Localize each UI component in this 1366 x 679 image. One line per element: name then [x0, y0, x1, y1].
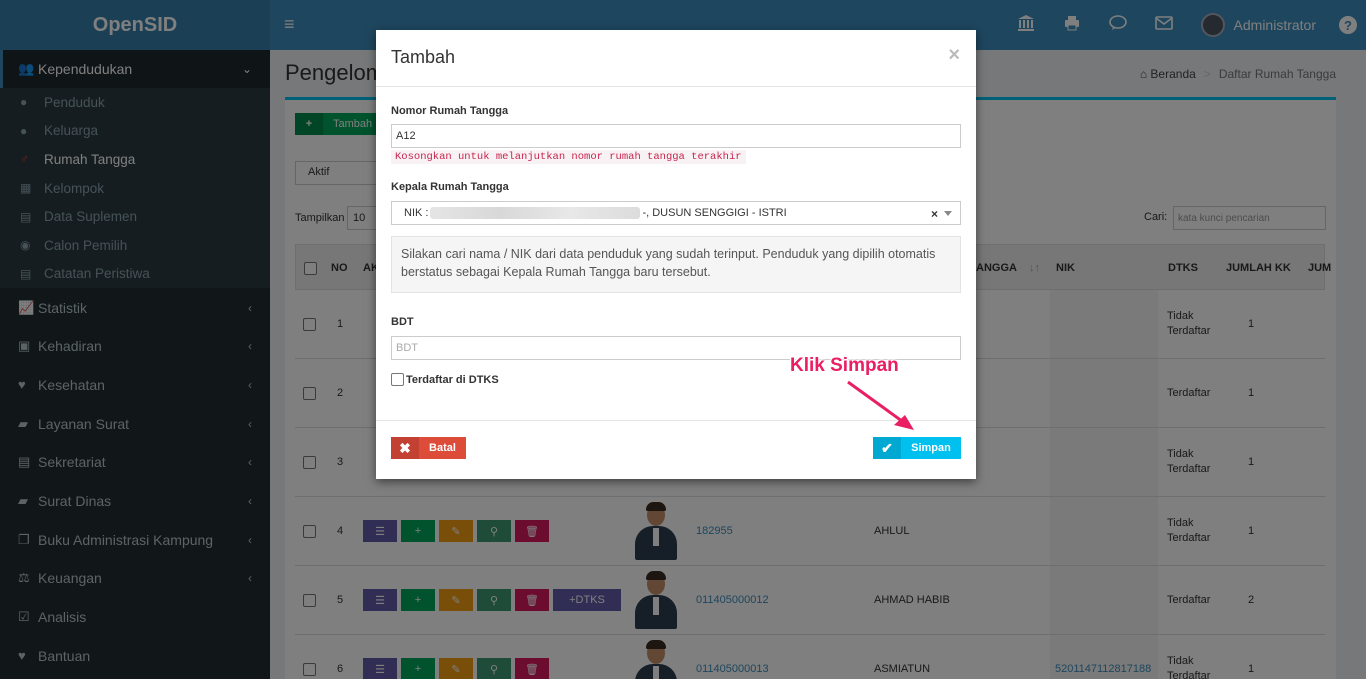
- nomor-label: Nomor Rumah Tangga: [391, 105, 509, 117]
- dtks-checkbox-label: Terdaftar di DTKS: [406, 373, 499, 386]
- blurred-nik: [430, 207, 641, 219]
- info-well: Silakan cari nama / NIK dari data pendud…: [391, 236, 961, 293]
- bdt-label: BDT: [391, 316, 414, 328]
- modal-title: Tambah: [391, 47, 456, 67]
- clear-selection-icon[interactable]: ×: [931, 207, 938, 221]
- cancel-button[interactable]: ✖ Batal: [391, 437, 466, 459]
- save-button-label: Simpan: [911, 442, 951, 454]
- nomor-hint: Kosongkan untuk melanjutkan nomor rumah …: [391, 150, 746, 164]
- kepala-label: Kepala Rumah Tangga: [391, 181, 509, 193]
- kepala-select[interactable]: NIK : -, DUSUN SENGGIGI - ISTRI ×: [391, 201, 961, 225]
- annotation-arrow: [847, 380, 914, 430]
- dropdown-arrow-icon[interactable]: [944, 211, 952, 216]
- check-icon: ✔: [873, 437, 901, 459]
- kepala-prefix: NIK :: [404, 207, 429, 219]
- modal-header: Tambah ×: [376, 30, 976, 87]
- cancel-button-label: Batal: [429, 442, 456, 454]
- annotation-label: Klik Simpan: [790, 355, 899, 376]
- kepala-suffix: -, DUSUN SENGGIGI - ISTRI: [642, 207, 787, 219]
- nomor-input[interactable]: A12: [391, 124, 961, 148]
- save-button[interactable]: ✔ Simpan: [873, 437, 961, 459]
- close-icon[interactable]: ×: [948, 44, 960, 67]
- close-icon: ✖: [391, 437, 419, 459]
- dtks-checkbox[interactable]: [391, 373, 404, 386]
- dtks-checkbox-row[interactable]: Terdaftar di DTKS: [391, 373, 499, 386]
